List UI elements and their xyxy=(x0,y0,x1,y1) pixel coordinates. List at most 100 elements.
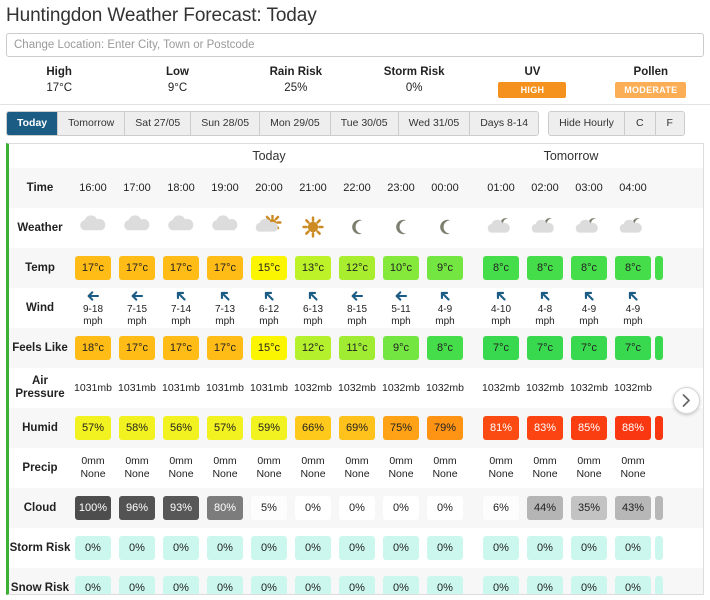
weather-cell xyxy=(523,208,567,248)
tomorrow-block: 1032mb 1032mb 1032mb 1032mb xyxy=(479,368,655,408)
tomorrow-block: 8°c 8°c 8°c 8°c xyxy=(479,248,655,288)
wind-cell: 4-10 mph xyxy=(479,288,523,328)
precip-type: None xyxy=(344,468,370,480)
clipped-cell xyxy=(655,168,663,208)
moon-cloud-icon xyxy=(487,218,510,233)
wind-unit: mph xyxy=(435,316,455,327)
air-pressure-cell: 1032mb xyxy=(611,368,655,408)
weather-cell xyxy=(611,208,655,248)
cloud-icon xyxy=(168,215,194,231)
today-block: 0% 0% 0% 0% 0% 0% 0% 0% 0% xyxy=(71,568,467,594)
moon-cloud-icon xyxy=(575,218,598,233)
cloud-cell: 0% xyxy=(423,488,467,528)
tab-hide-hourly[interactable]: Hide Hourly xyxy=(549,112,625,135)
wind-speed: 9-18 xyxy=(82,303,103,315)
wind-arrow-w-icon xyxy=(131,290,144,301)
wind-speed: 6-13 xyxy=(302,303,323,315)
today-block: 0mm None 0mm None 0mm None 0mm None 0mm None 0mm No… xyxy=(71,448,467,488)
air-pressure-cell: 1032mb xyxy=(335,368,379,408)
temp-chip: 15°c xyxy=(251,256,287,280)
time-cell: 02:00 xyxy=(523,168,567,208)
time-value: 23:00 xyxy=(387,182,415,194)
cloud-chip: 35% xyxy=(571,496,607,520)
row-label: Storm Risk xyxy=(9,541,71,554)
next-hours-button[interactable] xyxy=(673,387,700,414)
wind-unit: mph xyxy=(347,316,367,327)
summary-cell-low: Low 9°C xyxy=(118,64,236,98)
humid-cell: 56% xyxy=(159,408,203,448)
temp-cell: 13°c xyxy=(291,248,335,288)
air-pressure-value: 1032mb xyxy=(526,382,564,394)
cloud-chip: 0% xyxy=(339,496,375,520)
air-pressure-value: 1032mb xyxy=(426,382,464,394)
location-search-wrap xyxy=(0,33,710,57)
wind-unit: mph xyxy=(259,316,279,327)
storm-risk-chip: 0% xyxy=(75,536,111,560)
precip-cell: 0mm None xyxy=(567,448,611,488)
forecast-row-storm-risk: Storm Risk 0% 0% 0% 0% 0% 0% 0% 0% 0% 0% 0% 0% 0% xyxy=(9,528,703,568)
precip-amount: 0mm xyxy=(125,455,149,467)
tab-days-8-14[interactable]: Days 8-14 xyxy=(470,112,539,135)
tab-tomorrow[interactable]: Tomorrow xyxy=(58,112,126,135)
feels-like-chip: 12°c xyxy=(295,336,331,360)
hourly-forecast-grid: Today Tomorrow Time 16:00 17:00 18:00 19:00 2… xyxy=(6,143,704,595)
air-pressure-value: 1031mb xyxy=(74,382,112,394)
moon-icon xyxy=(352,219,363,235)
tab-f[interactable]: F xyxy=(655,112,684,135)
wind-speed: 4-9 xyxy=(437,303,453,315)
tab-sun-28-05[interactable]: Sun 28/05 xyxy=(191,112,261,135)
tab-c[interactable]: C xyxy=(624,112,656,135)
temp-cell: 8°c xyxy=(523,248,567,288)
summary-value: 17°C xyxy=(46,82,73,94)
feels-like-cell: 7°c xyxy=(479,328,523,368)
feels-like-chip: 17°c xyxy=(163,336,199,360)
tab-today[interactable]: Today xyxy=(7,112,59,135)
storm-risk-chip: 0% xyxy=(251,536,287,560)
storm-risk-chip: 0% xyxy=(571,536,607,560)
cloud-chip: 100% xyxy=(75,496,111,520)
forecast-row-wind: Wind 9-18 mph 7-15 mph 7-14 mph 7-13 mph 6-12 mph 6… xyxy=(9,288,703,328)
clipped-chip xyxy=(655,496,663,520)
tab-wed-31-05[interactable]: Wed 31/05 xyxy=(398,112,471,135)
humid-cell: 79% xyxy=(423,408,467,448)
snow-risk-chip: 0% xyxy=(383,576,419,594)
feels-like-cell: 12°c xyxy=(291,328,335,368)
wind-speed: 4-8 xyxy=(537,303,553,315)
storm-risk-cell: 0% xyxy=(203,528,247,568)
air-pressure-cell: 1031mb xyxy=(71,368,115,408)
temp-cell: 17°c xyxy=(115,248,159,288)
summary-label: Rain Risk xyxy=(269,66,323,78)
location-search-input[interactable] xyxy=(6,33,704,57)
feels-like-chip: 9°c xyxy=(383,336,419,360)
summary-label: UV xyxy=(524,66,541,78)
tab-mon-29-05[interactable]: Mon 29/05 xyxy=(260,112,331,135)
clipped-cell xyxy=(655,448,663,488)
clipped-cell xyxy=(655,288,663,328)
humid-cell: 81% xyxy=(479,408,523,448)
air-pressure-value: 1032mb xyxy=(570,382,608,394)
precip-type: None xyxy=(532,468,558,480)
today-block: 0% 0% 0% 0% 0% 0% 0% 0% 0% xyxy=(71,528,467,568)
wind-cell: 4-9 mph xyxy=(567,288,611,328)
wind-cell: 4-9 mph xyxy=(611,288,655,328)
summary-label: Storm Risk xyxy=(383,66,445,78)
precip-type: None xyxy=(620,468,646,480)
humid-cell: 75% xyxy=(379,408,423,448)
precip-type: None xyxy=(256,468,282,480)
storm-risk-chip: 0% xyxy=(119,536,155,560)
wind-arrow-w-icon xyxy=(395,290,408,301)
precip-amount: 0mm xyxy=(433,455,457,467)
tab-tue-30-05[interactable]: Tue 30/05 xyxy=(330,112,399,135)
wind-unit: mph xyxy=(83,316,103,327)
humid-chip: 79% xyxy=(427,416,463,440)
precip-type: None xyxy=(80,468,106,480)
summary-label: High xyxy=(46,66,72,78)
cloud-chip: 0% xyxy=(383,496,419,520)
feels-like-cell: 7°c xyxy=(611,328,655,368)
storm-risk-cell: 0% xyxy=(159,528,203,568)
feels-like-chip: 15°c xyxy=(251,336,287,360)
tab-sat-27-05[interactable]: Sat 27/05 xyxy=(125,112,192,135)
